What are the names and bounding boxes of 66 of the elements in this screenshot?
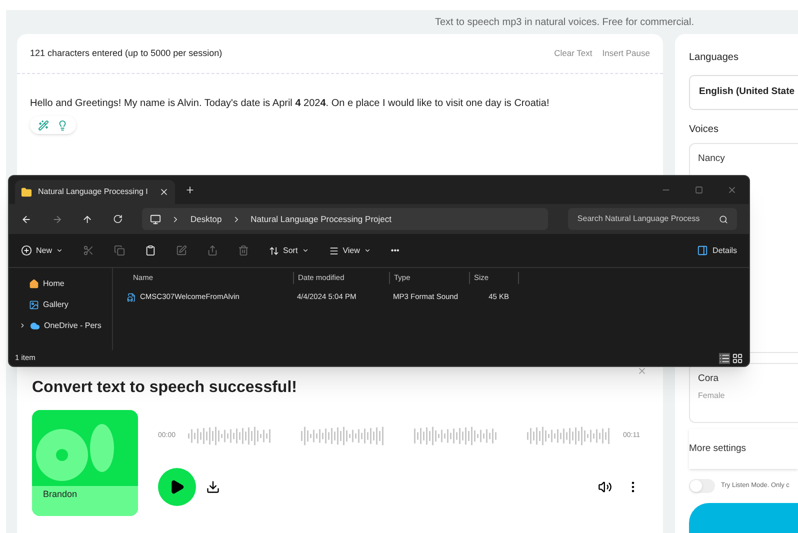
download-icon[interactable] (206, 480, 220, 494)
expand-chevron-icon[interactable] (19, 322, 26, 329)
search-icon (718, 214, 728, 224)
copy-icon[interactable] (114, 245, 126, 256)
voice-name[interactable]: Nancy (698, 152, 725, 166)
languages-label: Languages (689, 51, 740, 65)
delete-icon[interactable] (238, 245, 250, 256)
input-text[interactable]: Hello and Greetings! My name is Alvin. Today's date is April 4 2024. On e place I would like to visit one day is Croatia! (30, 98, 550, 109)
result-title: Convert text to speech successful! (32, 378, 298, 398)
home-icon (29, 278, 39, 288)
maximize-icon[interactable] (695, 186, 703, 194)
nav-item[interactable]: Home (19, 276, 112, 291)
more-button[interactable]: ••• (390, 244, 400, 256)
play-button[interactable] (158, 468, 196, 506)
listen-mode-toggle[interactable] (689, 479, 715, 493)
caret-icon (364, 247, 371, 254)
sort-arrows-icon (269, 246, 280, 256)
breadcrumb-item[interactable]: Desktop (190, 212, 222, 226)
caret-icon (56, 247, 64, 254)
tiles-view-icon[interactable] (732, 352, 743, 364)
monitor-icon (150, 214, 162, 224)
address-bar[interactable]: Desktop Natural Language Processing Project (142, 208, 548, 230)
details-button[interactable]: Details (696, 244, 737, 256)
volume-icon[interactable] (598, 480, 612, 494)
view-button[interactable]: View (328, 244, 371, 256)
details-view-icon[interactable] (719, 352, 730, 364)
search-field[interactable]: Search Natural Language Process (568, 208, 737, 230)
rename-icon[interactable] (176, 245, 188, 256)
magic-wand-icon[interactable] (38, 120, 49, 130)
close-icon[interactable] (637, 366, 647, 376)
share-icon[interactable] (207, 245, 218, 256)
editor-action-link[interactable]: Clear Text (554, 47, 592, 60)
new-tab-icon[interactable] (185, 185, 195, 195)
voice-name: Brandon (43, 488, 78, 501)
paste-icon[interactable] (145, 245, 156, 256)
forward-icon[interactable] (52, 214, 62, 224)
lines-icon (328, 246, 339, 256)
explorer-tab[interactable]: Natural Language Processing I (15, 180, 175, 204)
character-count: 121 characters entered (up to 5000 per session) (30, 46, 222, 60)
panel-icon (696, 245, 708, 256)
up-icon[interactable] (82, 214, 93, 224)
lightbulb-icon[interactable] (57, 120, 68, 130)
nav-item[interactable]: Gallery (19, 297, 112, 312)
refresh-icon[interactable] (112, 214, 122, 224)
gallery-icon (29, 300, 39, 310)
new-button[interactable]: New (21, 244, 64, 256)
folder-icon (21, 186, 32, 198)
breadcrumb-item[interactable]: Natural Language Processing Project (250, 212, 392, 226)
cut-icon[interactable] (83, 245, 94, 256)
audio-file-icon (127, 292, 136, 302)
sort-button[interactable]: Sort (269, 244, 309, 256)
cloud-icon (30, 320, 40, 330)
voice-name[interactable]: Cora (698, 372, 719, 386)
caret-icon (302, 247, 309, 254)
voice-gender: Female (698, 390, 725, 402)
language-select[interactable]: English (United State (689, 75, 798, 110)
play-icon (169, 479, 185, 495)
plus-circle-icon (21, 245, 32, 256)
editor-action-link[interactable]: Insert Pause (602, 47, 650, 60)
more-settings-row[interactable]: More settings (689, 429, 798, 469)
tagline: Text to speech mp3 in natural voices. Free for commercial. (435, 16, 694, 30)
close-window-icon[interactable] (727, 185, 737, 195)
nav-item[interactable]: OneDrive - Pers (19, 318, 112, 333)
voices-label: Voices (689, 123, 720, 137)
close-tab-icon[interactable] (159, 187, 169, 197)
back-icon[interactable] (21, 214, 32, 224)
